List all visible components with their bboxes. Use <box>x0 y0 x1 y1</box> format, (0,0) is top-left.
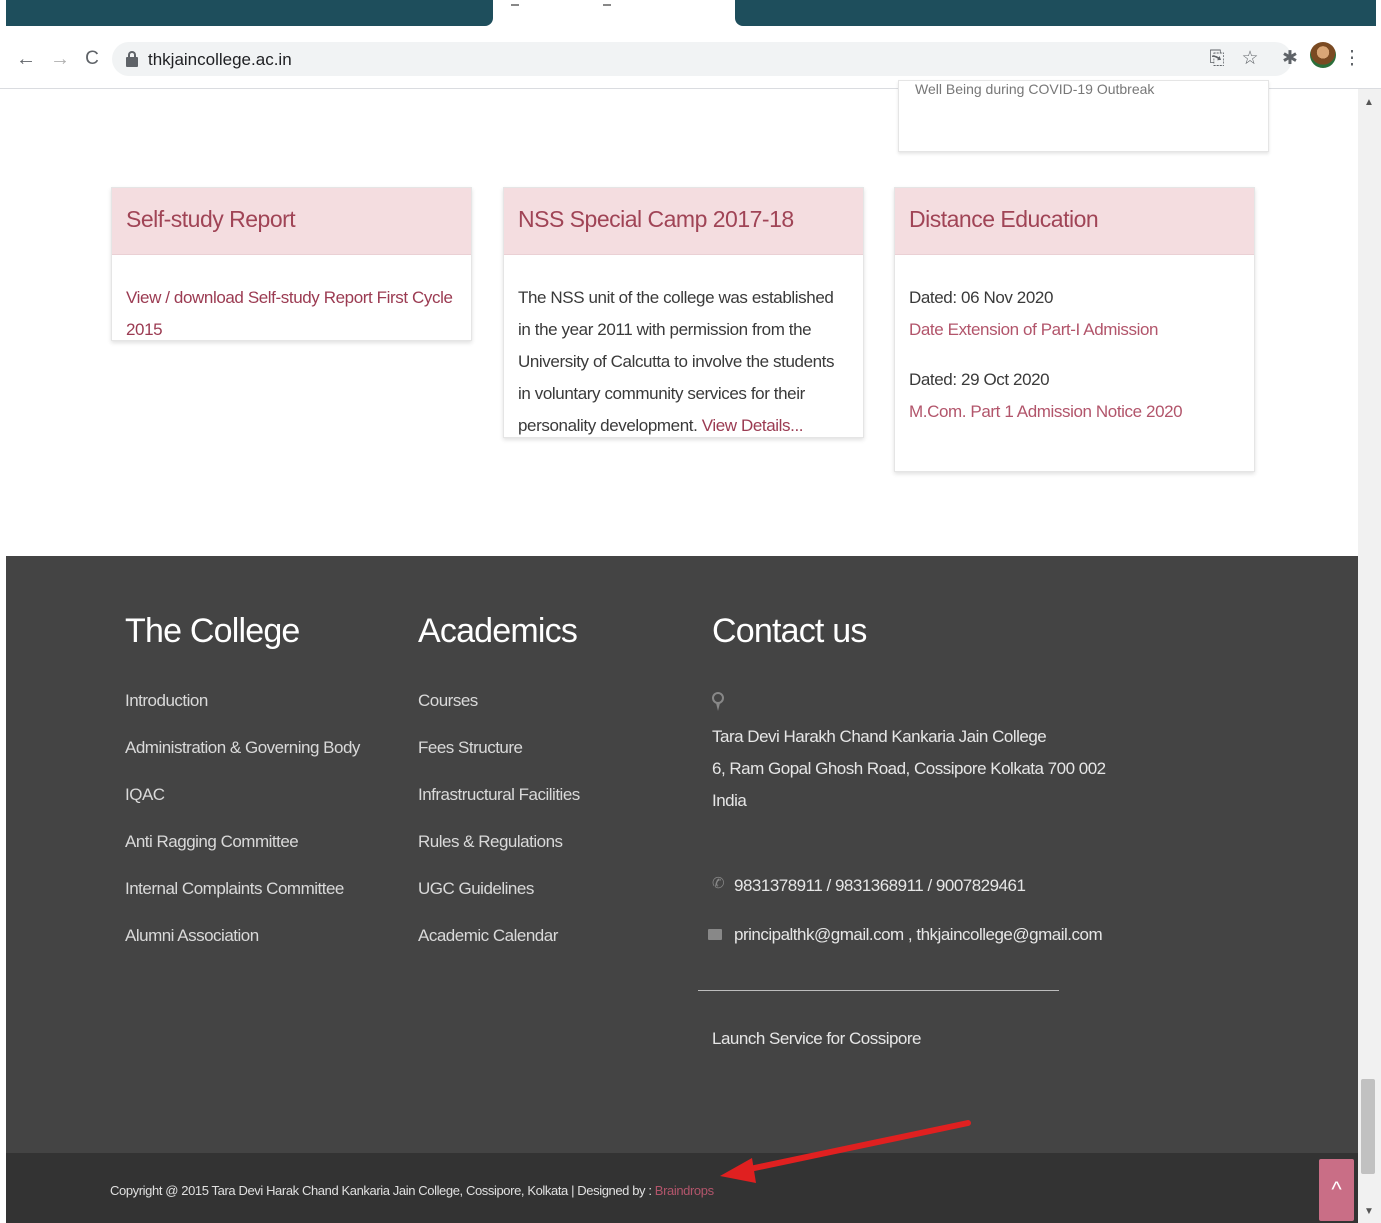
footer-link[interactable]: Administration & Governing Body <box>125 738 360 785</box>
bookmark-star-icon[interactable]: ☆ <box>1238 46 1262 72</box>
card-body: Dated: 06 Nov 2020 Date Extension of Par… <box>895 255 1254 428</box>
footer-link[interactable]: Infrastructural Facilities <box>418 785 580 832</box>
scrollbar-thumb[interactable] <box>1361 1079 1375 1174</box>
reload-icon[interactable]: C <box>80 46 104 72</box>
phone-icon: ✆ <box>712 875 725 892</box>
map-pin-icon <box>712 692 724 714</box>
profile-avatar[interactable] <box>1310 42 1336 68</box>
footer-heading-college: The College <box>125 612 300 650</box>
card-nss-special-camp: NSS Special Camp 2017-18 The NSS unit of… <box>503 187 864 438</box>
designer-link[interactable]: Braindrops <box>655 1183 714 1198</box>
self-study-report-link[interactable]: View / download Self-study Report First … <box>126 288 453 339</box>
menu-icon[interactable]: ⋮ <box>1342 46 1362 72</box>
back-to-top-button[interactable]: ^ <box>1319 1159 1354 1221</box>
nss-description: The NSS unit of the college was establis… <box>518 288 835 435</box>
view-details-link[interactable]: View Details... <box>702 416 804 435</box>
footer-link[interactable]: Fees Structure <box>418 738 580 785</box>
notice-date: Dated: 06 Nov 2020 <box>909 288 1054 307</box>
copyright-label: Copyright @ 2015 Tara Devi Harak Chand K… <box>110 1183 655 1198</box>
card-header: Distance Education <box>895 188 1254 255</box>
page: ← → C thkjaincollege.ac.in ⎘ ☆ ✱ ⋮ Well … <box>0 0 1381 1223</box>
url-text[interactable]: thkjaincollege.ac.in <box>148 50 292 70</box>
copyright-text: Copyright @ 2015 Tara Devi Harak Chand K… <box>110 1183 714 1198</box>
extensions-icon[interactable]: ✱ <box>1278 46 1302 72</box>
notice-link[interactable]: M.Com. Part 1 Admission Notice 2020 <box>909 396 1240 428</box>
scroll-down-arrow-icon[interactable]: ▼ <box>1364 1206 1374 1217</box>
previous-card: Well Being during COVID-19 Outbreak <box>898 80 1269 152</box>
card-body: The NSS unit of the college was establis… <box>504 255 863 442</box>
address-line: 6, Ram Gopal Ghosh Road, Cossipore Kolka… <box>712 759 1106 778</box>
footer-link[interactable]: Rules & Regulations <box>418 832 580 879</box>
share-icon[interactable]: ⎘ <box>1205 46 1229 72</box>
card-title: Self-study Report <box>126 206 296 232</box>
footer-link[interactable]: Alumni Association <box>125 926 360 973</box>
footer-heading-academics: Academics <box>418 612 578 650</box>
card-header: NSS Special Camp 2017-18 <box>504 188 863 255</box>
footer-link[interactable]: Internal Complaints Committee <box>125 879 360 926</box>
footer-link[interactable]: Courses <box>418 691 580 738</box>
back-icon[interactable]: ← <box>14 46 38 72</box>
footer-link[interactable]: Introduction <box>125 691 360 738</box>
launch-service-link[interactable]: Launch Service for Cossipore <box>712 1029 922 1049</box>
tab-strip <box>0 0 1381 34</box>
card-self-study-report: Self-study Report View / download Self-s… <box>111 187 472 341</box>
footer-academics-links: Courses Fees Structure Infrastructural F… <box>418 691 580 973</box>
tab-inactive-left[interactable] <box>6 0 493 26</box>
previous-card-text[interactable]: Well Being during COVID-19 Outbreak <box>915 81 1154 97</box>
notice-link[interactable]: Date Extension of Part-I Admission <box>909 314 1240 346</box>
mail-icon <box>708 929 722 940</box>
email-addresses[interactable]: principalthk@gmail.com , thkjaincollege@… <box>734 925 1103 945</box>
footer-college-links: Introduction Administration & Governing … <box>125 691 360 973</box>
tab-title-fragment <box>603 4 611 6</box>
tab-inactive-right[interactable] <box>735 0 1376 26</box>
footer-link[interactable]: IQAC <box>125 785 360 832</box>
footer-heading-contact: Contact us <box>712 612 867 650</box>
footer-link[interactable]: Academic Calendar <box>418 926 580 973</box>
browser-toolbar: ← → C thkjaincollege.ac.in ⎘ ☆ ✱ ⋮ <box>0 34 1381 86</box>
footer-link[interactable]: Anti Ragging Committee <box>125 832 360 879</box>
card-title: NSS Special Camp 2017-18 <box>518 206 794 232</box>
tab-active[interactable] <box>493 0 735 26</box>
copyright-bar: Copyright @ 2015 Tara Devi Harak Chand K… <box>6 1153 1358 1223</box>
address-line: India <box>712 791 747 810</box>
phone-numbers: 9831378911 / 9831368911 / 9007829461 <box>734 876 1026 895</box>
lock-icon[interactable] <box>126 51 138 67</box>
scrollbar[interactable]: ▲ ▼ <box>1358 89 1381 1223</box>
site-footer: The College Introduction Administration … <box>6 556 1358 1153</box>
card-title: Distance Education <box>909 206 1099 232</box>
address-bar[interactable]: thkjaincollege.ac.in <box>112 42 1292 76</box>
scroll-up-arrow-icon[interactable]: ▲ <box>1364 97 1374 108</box>
address-line: Tara Devi Harakh Chand Kankaria Jain Col… <box>712 727 1047 746</box>
contact-divider <box>698 990 1059 991</box>
notice-date: Dated: 29 Oct 2020 <box>909 370 1050 389</box>
forward-icon[interactable]: → <box>48 46 72 72</box>
card-distance-education: Distance Education Dated: 06 Nov 2020 Da… <box>894 187 1255 472</box>
tab-title-fragment <box>511 4 519 6</box>
footer-link[interactable]: UGC Guidelines <box>418 879 580 926</box>
card-body: View / download Self-study Report First … <box>112 255 471 346</box>
card-header: Self-study Report <box>112 188 471 255</box>
